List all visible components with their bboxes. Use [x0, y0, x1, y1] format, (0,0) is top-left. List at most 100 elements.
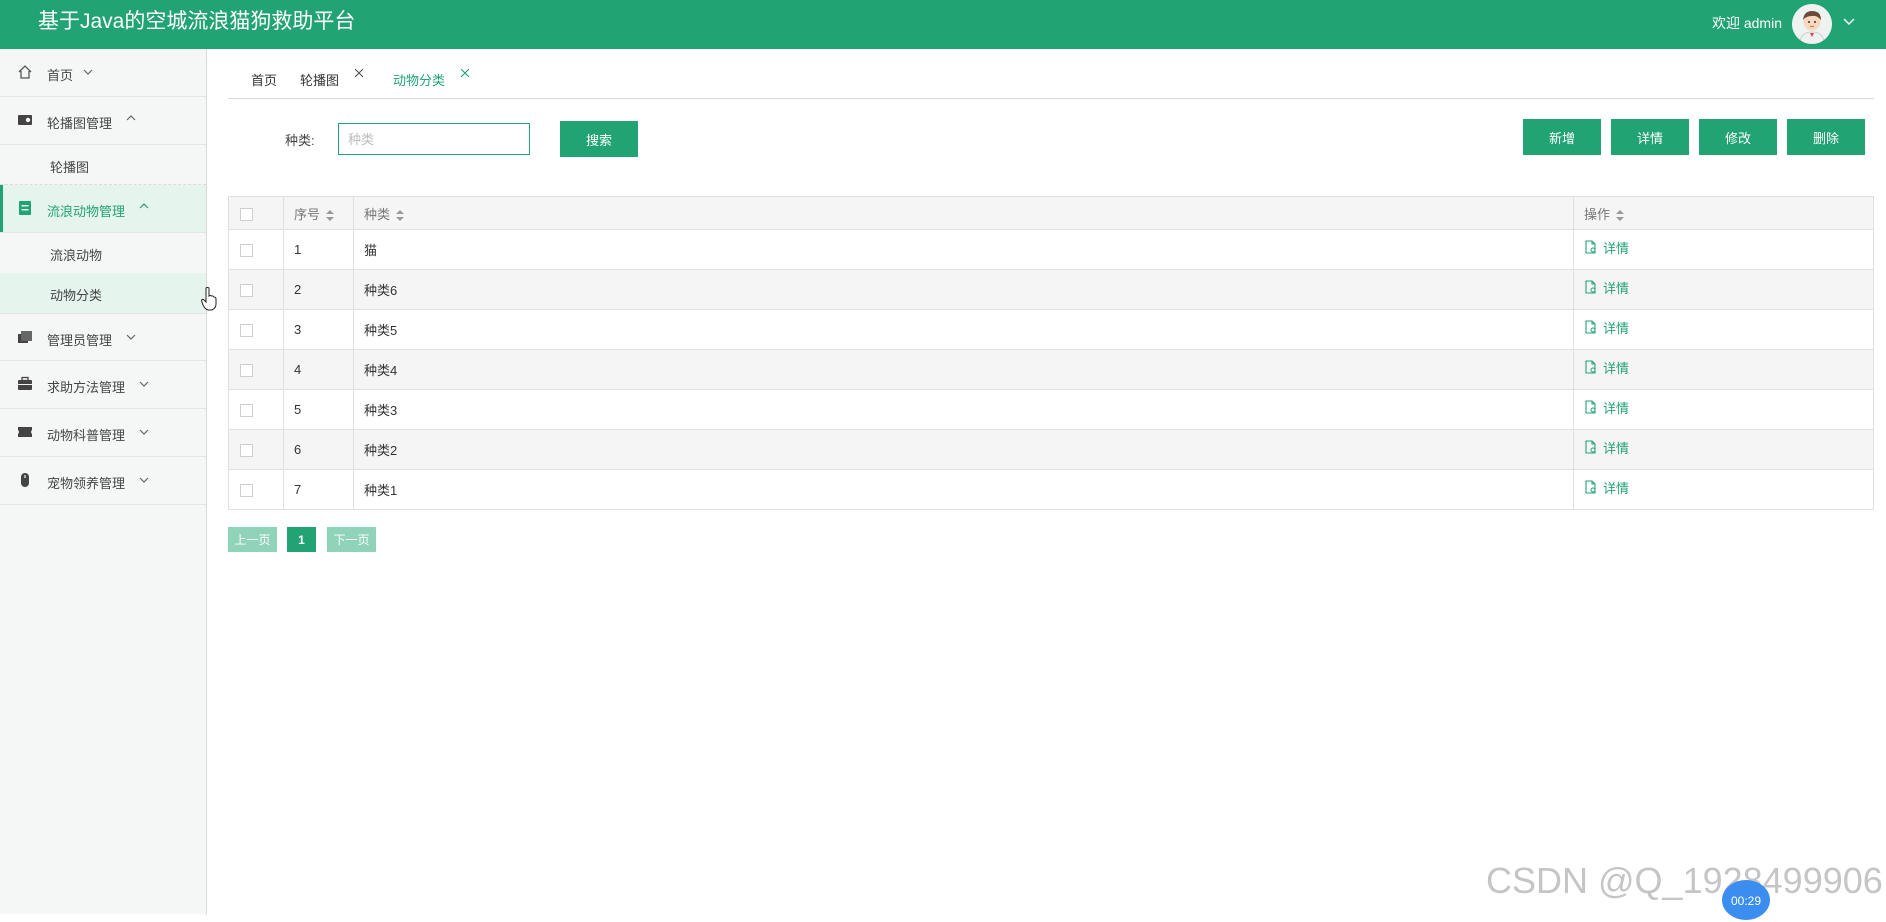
chevron-down-icon: [83, 69, 93, 75]
sidebar-item-label: 管理员管理: [47, 333, 113, 348]
row-detail-link[interactable]: 详情: [1584, 238, 1629, 257]
chevron-down-icon[interactable]: [1843, 15, 1855, 27]
search-input[interactable]: [338, 123, 530, 155]
row-detail-link[interactable]: 详情: [1584, 318, 1629, 337]
cell-no: 7: [283, 469, 354, 510]
row-detail-label: 详情: [1603, 360, 1630, 376]
add-button[interactable]: 新增: [1523, 119, 1601, 155]
row-detail-link[interactable]: 详情: [1584, 398, 1629, 417]
page-1-button[interactable]: 1: [287, 527, 316, 552]
row-detail-link[interactable]: 详情: [1584, 478, 1629, 497]
search-label: 种类:: [285, 133, 315, 148]
document-icon: [1585, 320, 1596, 334]
sidebar-item-admin-management[interactable]: 管理员管理: [0, 313, 206, 361]
row-detail-link[interactable]: 详情: [1584, 438, 1629, 457]
tab-animal-category[interactable]: 动物分类: [393, 70, 445, 89]
sidebar-subitem-stray-animals[interactable]: 流浪动物: [0, 233, 206, 273]
table-row: 7 种类1 详情: [228, 469, 1874, 510]
cell-no: 3: [283, 309, 354, 350]
header-no-label: 序号: [294, 206, 321, 222]
avatar[interactable]: [1792, 4, 1832, 44]
sidebar-subitem-label: 动物分类: [50, 288, 103, 303]
sidebar-item-stray-animal-management[interactable]: 流浪动物管理: [0, 185, 206, 233]
csdn-watermark: CSDN @Q_1928499906: [1486, 860, 1883, 901]
cell-type: 种类1: [353, 469, 1574, 510]
row-detail-label: 详情: [1603, 480, 1630, 496]
cell-no: 4: [283, 349, 354, 390]
delete-button[interactable]: 删除: [1787, 119, 1865, 155]
chevron-down-icon: [139, 381, 149, 387]
row-checkbox[interactable]: [240, 404, 253, 418]
header-type[interactable]: 种类: [353, 196, 1574, 230]
cell-type: 种类6: [353, 269, 1574, 310]
sort-icon[interactable]: [396, 209, 405, 221]
row-checkbox[interactable]: [240, 324, 253, 338]
sidebar-item-label: 轮播图管理: [47, 116, 113, 131]
cell-no: 5: [283, 389, 354, 430]
home-icon: [18, 65, 32, 79]
edit-button[interactable]: 修改: [1699, 119, 1777, 155]
row-checkbox-cell: [228, 309, 284, 350]
tab-carousel[interactable]: 轮播图: [300, 70, 339, 89]
cell-type: 种类3: [353, 389, 1574, 430]
cell-no: 2: [283, 269, 354, 310]
sidebar-item-home[interactable]: 首页: [0, 49, 206, 97]
row-checkbox-cell: [228, 469, 284, 510]
table-row: 4 种类4 详情: [228, 349, 1874, 390]
sidebar-item-animal-science-management[interactable]: 动物科普管理: [0, 409, 206, 457]
header-no[interactable]: 序号: [283, 196, 354, 230]
detail-button[interactable]: 详情: [1611, 119, 1689, 155]
sidebar-subitem-animal-category[interactable]: 动物分类: [0, 273, 206, 313]
close-icon[interactable]: [354, 68, 364, 78]
row-detail-label: 详情: [1603, 240, 1630, 256]
row-checkbox[interactable]: [240, 484, 253, 498]
chevron-up-icon: [139, 203, 149, 209]
sidebar-item-label: 求助方法管理: [47, 380, 126, 395]
row-checkbox[interactable]: [240, 244, 253, 258]
tab-bar: 首页 轮播图 动物分类: [228, 60, 1874, 99]
sidebar-subitem-carousel[interactable]: 轮播图: [0, 145, 206, 185]
close-icon[interactable]: [460, 68, 470, 78]
row-detail-label: 详情: [1603, 400, 1630, 416]
row-detail-link[interactable]: 详情: [1584, 278, 1629, 297]
cell-op: 详情: [1573, 389, 1874, 430]
cell-type: 种类2: [353, 429, 1574, 470]
document-icon: [1585, 360, 1596, 374]
row-detail-link[interactable]: 详情: [1584, 358, 1629, 377]
chevron-up-icon: [126, 115, 136, 121]
header-op[interactable]: 操作: [1573, 196, 1874, 230]
cell-type: 种类4: [353, 349, 1574, 390]
row-checkbox-cell: [228, 429, 284, 470]
cell-type: 猫: [353, 229, 1574, 270]
row-checkbox[interactable]: [240, 364, 253, 378]
sort-icon[interactable]: [326, 209, 335, 221]
sort-icon[interactable]: [1616, 209, 1625, 221]
cell-no: 6: [283, 429, 354, 470]
tab-home[interactable]: 首页: [251, 70, 277, 89]
row-checkbox[interactable]: [240, 444, 253, 458]
sidebar-item-carousel-management[interactable]: 轮播图管理: [0, 97, 206, 145]
ticket-icon: [18, 427, 32, 437]
row-detail-label: 详情: [1603, 280, 1630, 296]
table-row: 1 猫 详情: [228, 229, 1874, 270]
chevron-down-icon: [139, 477, 149, 483]
sidebar-item-help-method-management[interactable]: 求助方法管理: [0, 361, 206, 409]
prev-page-button[interactable]: 上一页: [228, 527, 277, 552]
cell-op: 详情: [1573, 469, 1874, 510]
cell-op: 详情: [1573, 429, 1874, 470]
table-row: 3 种类5 详情: [228, 309, 1874, 350]
document-icon: [1585, 280, 1596, 294]
select-all-checkbox[interactable]: [240, 207, 253, 221]
select-all-cell: [228, 196, 284, 230]
category-table: 序号 种类 操作 1 猫 详情 2 种类6 详情 3 种类5 详情 4 种类4 …: [228, 196, 1874, 510]
sidebar-item-pet-adoption-management[interactable]: 宠物领养管理: [0, 457, 206, 505]
sidebar-item-label: 宠物领养管理: [47, 476, 126, 491]
chevron-down-icon: [126, 334, 136, 340]
sidebar-subitem-label: 流浪动物: [50, 248, 103, 263]
row-checkbox[interactable]: [240, 284, 253, 298]
table-row: 2 种类6 详情: [228, 269, 1874, 310]
sidebar-item-label: 首页: [47, 68, 74, 83]
search-button[interactable]: 搜索: [560, 121, 638, 157]
next-page-button[interactable]: 下一页: [327, 527, 376, 552]
cell-op: 详情: [1573, 269, 1874, 310]
